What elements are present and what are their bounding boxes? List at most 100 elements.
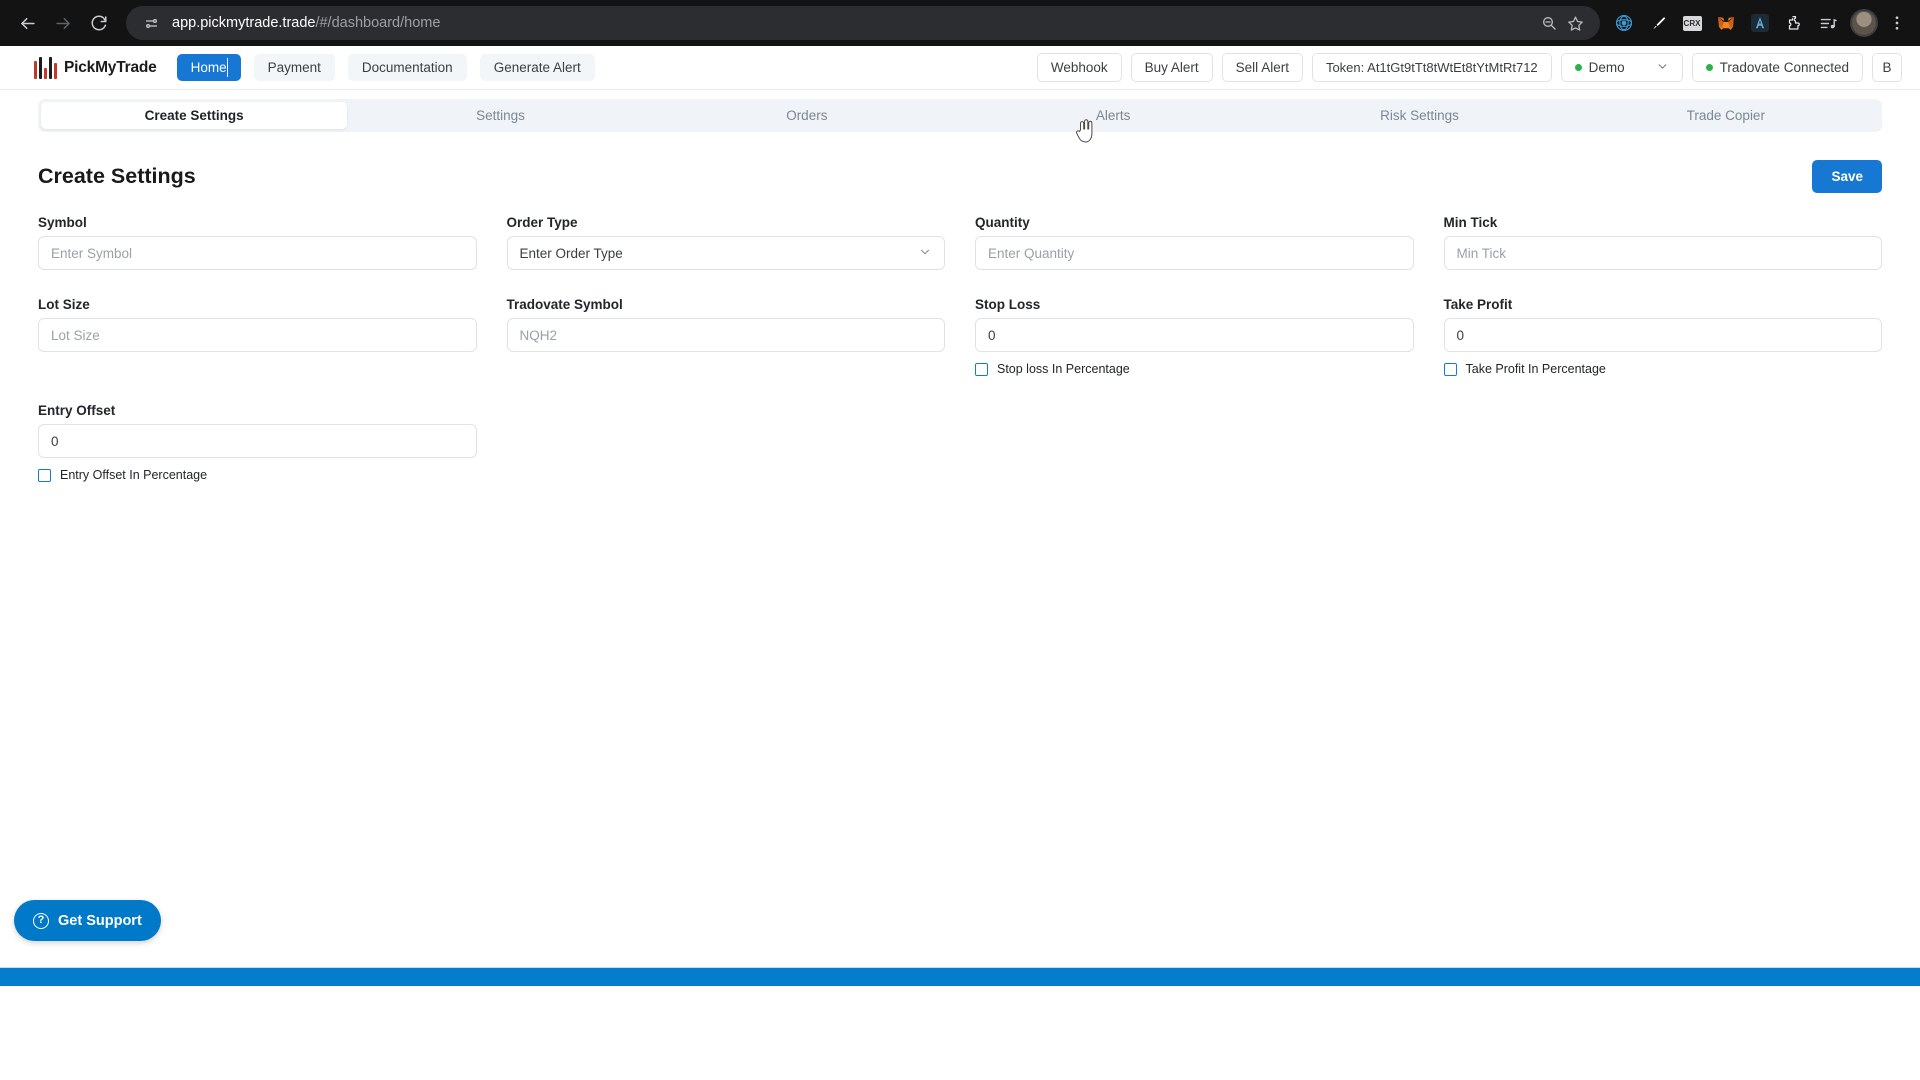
browser-forward-button[interactable] — [46, 6, 80, 40]
nav-item-home[interactable]: Home — [176, 54, 241, 81]
browser-toolbar: app.pickmytrade.trade/#/dashboard/home C… — [0, 0, 1920, 46]
token-label: Token: At1tGt9tTt8tWtEt8tYtMtRt712 — [1325, 60, 1538, 75]
stop-loss-input[interactable] — [975, 318, 1414, 352]
entry-offset-input[interactable] — [38, 424, 477, 458]
url-host: app.pickmytrade.trade — [172, 15, 316, 31]
order-type-label: Order Type — [506, 215, 578, 230]
field-order-type: Order Type Enter Order Type — [506, 215, 945, 270]
connection-status-dot-icon — [1705, 64, 1713, 71]
page-header: Create Settings Save — [38, 160, 1882, 193]
app-logo[interactable]: PickMyTrade — [34, 56, 157, 79]
stop-loss-label: Stop Loss — [975, 297, 1041, 312]
browser-back-button[interactable] — [10, 6, 44, 40]
app-header: PickMyTrade Home Payment Documentation G… — [0, 46, 1920, 90]
tab-settings-label: Settings — [476, 108, 525, 123]
min-tick-label: Min Tick — [1443, 215, 1498, 230]
address-bar[interactable]: app.pickmytrade.trade/#/dashboard/home — [126, 6, 1600, 40]
entry-offset-percentage-row[interactable]: Entry Offset In Percentage — [38, 468, 477, 482]
take-profit-percentage-row[interactable]: Take Profit In Percentage — [1443, 362, 1883, 376]
nav-item-payment-label: Payment — [267, 60, 321, 75]
take-profit-label: Take Profit — [1443, 297, 1513, 312]
stop-loss-percentage-label: Stop loss In Percentage — [997, 362, 1130, 376]
chevron-down-icon — [1656, 60, 1669, 76]
create-settings-form: Symbol Order Type Enter Order Type Quant… — [38, 215, 1882, 382]
web3-extension-icon[interactable] — [1610, 9, 1638, 37]
stop-loss-percentage-checkbox[interactable] — [975, 362, 988, 376]
min-tick-input[interactable] — [1443, 236, 1882, 270]
get-support-label: Get Support — [58, 912, 142, 929]
stop-loss-percentage-row[interactable]: Stop loss In Percentage — [975, 362, 1414, 376]
footer-accent-bar — [0, 967, 1920, 986]
order-type-select[interactable]: Enter Order Type — [506, 236, 945, 270]
chevron-down-icon — [918, 245, 932, 262]
sell-alert-button[interactable]: Sell Alert — [1221, 53, 1303, 82]
buy-alert-button[interactable]: Buy Alert — [1130, 53, 1213, 82]
tab-orders-label: Orders — [786, 108, 828, 123]
settings-tab-bar: Create Settings Settings Orders Alerts R… — [38, 99, 1882, 132]
take-profit-percentage-checkbox[interactable] — [1443, 362, 1457, 376]
browser-reload-button[interactable] — [82, 6, 116, 40]
metamask-extension-icon[interactable] — [1712, 9, 1740, 37]
tab-orders[interactable]: Orders — [654, 102, 960, 129]
tab-alerts[interactable]: Alerts — [960, 102, 1266, 129]
token-display[interactable]: Token: At1tGt9tTt8tWtEt8tYtMtRt712 — [1311, 53, 1552, 82]
url-path: /#/dashboard/home — [315, 15, 441, 31]
header-actions: Webhook Buy Alert Sell Alert Token: At1t… — [1036, 53, 1902, 82]
media-list-icon[interactable] — [1814, 9, 1842, 37]
nav-item-documentation-label: Documentation — [361, 60, 453, 75]
field-symbol: Symbol — [38, 215, 477, 270]
entry-offset-percentage-label: Entry Offset In Percentage — [60, 468, 208, 482]
save-button[interactable]: Save — [1812, 160, 1882, 193]
brush-extension-icon[interactable] — [1644, 9, 1672, 37]
kebab-menu-icon[interactable] — [1884, 14, 1910, 32]
crx-extension-icon[interactable]: CRX — [1678, 9, 1706, 37]
tradovate-symbol-input[interactable] — [506, 318, 945, 352]
webhook-button-label: Webhook — [1050, 60, 1108, 75]
nav-item-generate-alert[interactable]: Generate Alert — [479, 54, 595, 81]
entry-offset-label: Entry Offset — [38, 403, 116, 418]
field-tradovate-symbol: Tradovate Symbol — [506, 297, 945, 376]
user-initial-button[interactable]: B — [1872, 53, 1902, 82]
field-entry-offset: Entry Offset Entry Offset In Percentage — [38, 403, 477, 482]
nav-item-documentation[interactable]: Documentation — [347, 54, 467, 81]
entry-offset-percentage-checkbox[interactable] — [38, 468, 51, 482]
symbol-input[interactable] — [38, 236, 477, 270]
profile-avatar[interactable] — [1850, 9, 1878, 37]
take-profit-percentage-label: Take Profit In Percentage — [1465, 362, 1606, 376]
field-stop-loss: Stop Loss Stop loss In Percentage — [975, 297, 1414, 376]
tab-settings[interactable]: Settings — [347, 102, 653, 129]
nav-item-home-label: Home — [190, 60, 227, 75]
tab-trade-copier[interactable]: Trade Copier — [1573, 102, 1879, 129]
nav-item-payment[interactable]: Payment — [253, 54, 335, 81]
take-profit-input[interactable] — [1443, 318, 1882, 352]
account-status-dot-icon — [1574, 64, 1582, 71]
get-support-button[interactable]: ? Get Support — [14, 900, 161, 941]
tradovate-symbol-label: Tradovate Symbol — [506, 297, 623, 312]
nav-item-generate-alert-label: Generate Alert — [493, 60, 581, 75]
webhook-button[interactable]: Webhook — [1036, 53, 1122, 82]
tab-risk-settings[interactable]: Risk Settings — [1266, 102, 1572, 129]
connection-status-badge[interactable]: Tradovate Connected — [1691, 53, 1863, 82]
tab-create-settings-label: Create Settings — [144, 108, 244, 123]
logo-bars-icon — [34, 56, 57, 79]
lot-size-input[interactable] — [38, 318, 477, 352]
field-min-tick: Min Tick — [1443, 215, 1882, 270]
quantity-input[interactable] — [975, 236, 1414, 270]
site-settings-icon[interactable] — [140, 12, 162, 34]
page-title: Create Settings — [38, 164, 196, 188]
field-take-profit: Take Profit Take Profit In Percentage — [1443, 297, 1883, 376]
brand-name: PickMyTrade — [64, 58, 157, 76]
tab-alerts-label: Alerts — [1095, 108, 1131, 123]
tab-trade-copier-label: Trade Copier — [1686, 108, 1765, 123]
sell-alert-button-label: Sell Alert — [1235, 60, 1289, 75]
text-caret — [226, 58, 228, 77]
bookmark-star-icon[interactable] — [1562, 10, 1588, 36]
puzzle-extensions-icon[interactable] — [1780, 9, 1808, 37]
atlas-extension-icon[interactable] — [1746, 9, 1774, 37]
zoom-out-icon[interactable] — [1536, 10, 1562, 36]
account-mode-select[interactable]: Demo — [1560, 53, 1683, 82]
user-initial-label: B — [1882, 60, 1892, 75]
account-mode-label: Demo — [1588, 60, 1625, 75]
tab-create-settings[interactable]: Create Settings — [41, 102, 348, 129]
page-content: Create Settings Save Symbol Order Type E… — [0, 160, 1920, 482]
